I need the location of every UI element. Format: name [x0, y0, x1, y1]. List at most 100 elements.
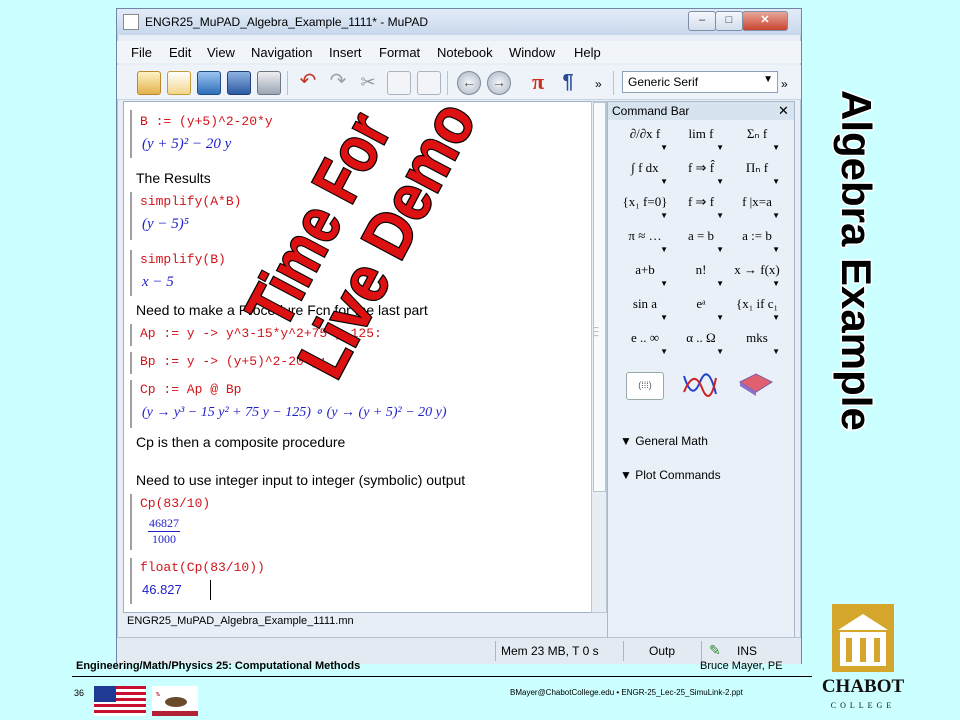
- command-bar-item-label: f ⇒ f̂: [687, 160, 715, 175]
- status-output[interactable]: Outp: [649, 644, 675, 658]
- font-select[interactable]: Generic Serif ▼: [622, 71, 778, 93]
- title-bar[interactable]: ENGR25_MuPAD_Algebra_Example_1111* - MuP…: [117, 9, 801, 35]
- command-bar-item-label: {x₁ if c₁: [735, 296, 778, 311]
- toolbar-separator: [613, 71, 614, 95]
- plot-3d-icon[interactable]: [738, 372, 774, 398]
- command-bar-item[interactable]: ∫ f dx ▼: [618, 160, 672, 190]
- footer-author: Bruce Mayer, PE: [700, 660, 783, 672]
- toolbar-overflow-left[interactable]: »: [595, 77, 602, 91]
- plot-2d-icon[interactable]: [682, 372, 718, 398]
- chevron-down-icon: ▼: [763, 74, 773, 85]
- menu-view[interactable]: View: [207, 45, 235, 60]
- command-bar-item[interactable]: a+b ▼: [618, 262, 672, 292]
- back-icon[interactable]: ←: [457, 71, 481, 95]
- slide-number: 36: [74, 688, 85, 698]
- command-bar-item-label: e .. ∞: [630, 330, 660, 345]
- command-bar-header: Command Bar ✕: [608, 102, 794, 120]
- cb-group-plot-commands[interactable]: ▼ Plot Commands: [620, 468, 721, 482]
- command-bar-close-button[interactable]: ✕: [778, 103, 789, 119]
- command-bar-item[interactable]: f ⇒ f̂ ▼: [674, 160, 728, 190]
- command-bar-item[interactable]: n! ▼: [674, 262, 728, 292]
- command-bar-item-label: ∫ f dx: [631, 160, 659, 175]
- menu-window[interactable]: Window: [509, 45, 555, 60]
- command-bar-item[interactable]: a := b ▼: [730, 228, 784, 258]
- footer-course: Engineering/Math/Physics 25: Computation…: [76, 660, 361, 672]
- footer-email: BMayer@ChabotCollege.edu • ENGR-25_Lec-2…: [510, 688, 743, 697]
- chevron-down-icon: ▼: [716, 211, 724, 220]
- command-bar-item[interactable]: Πₙ f ▼: [730, 160, 784, 190]
- chevron-down-icon: ▼: [660, 279, 668, 288]
- paragraph-icon[interactable]: ¶: [557, 71, 579, 93]
- toolbar-separator: [287, 71, 288, 95]
- footer-divider: [72, 676, 812, 677]
- command-bar-item[interactable]: eᵃ ▼: [674, 296, 728, 326]
- notebook-file-name: ENGR25_MuPAD_Algebra_Example_1111.mn: [127, 615, 354, 627]
- chevron-down-icon: ▼: [772, 279, 780, 288]
- command-bar-item[interactable]: {x₁ if c₁ ▼: [730, 296, 784, 326]
- status-insert-mode[interactable]: INS: [737, 644, 757, 658]
- new-text-icon[interactable]: [167, 71, 191, 95]
- chevron-down-icon: ▼: [772, 143, 780, 152]
- command-bar-title: Command Bar: [612, 104, 690, 118]
- chevron-down-icon: ▼: [716, 347, 724, 356]
- command-bar-item[interactable]: lim f ▼: [674, 126, 728, 156]
- maximize-button[interactable]: □: [715, 11, 743, 31]
- copy-icon[interactable]: [387, 71, 411, 95]
- us-flag-icon: [94, 686, 146, 716]
- cut-icon[interactable]: ✂: [357, 71, 379, 93]
- menu-help[interactable]: Help: [574, 45, 601, 60]
- menu-edit[interactable]: Edit: [169, 45, 191, 60]
- redo-icon[interactable]: ↷: [327, 71, 349, 93]
- mupad-app-icon: [123, 14, 139, 30]
- command-bar-item-label: α .. Ω: [686, 330, 716, 345]
- command-bar-item[interactable]: x → f(x) ▼: [730, 262, 784, 292]
- command-bar-item-label: n!: [695, 262, 707, 277]
- command-bar-item-label: Πₙ f: [745, 160, 769, 175]
- chabot-college-logo: CHABOT COLLEGE: [822, 604, 904, 710]
- notebook-scrollbar[interactable]: – – –: [591, 101, 607, 613]
- minimize-button[interactable]: –: [688, 11, 716, 31]
- cb-group-general-math-label: General Math: [635, 434, 708, 448]
- close-button[interactable]: ✕: [742, 11, 788, 31]
- cb-group-general-math[interactable]: ▼ General Math: [620, 434, 708, 448]
- command-bar-item[interactable]: f ⇒ f ▼: [674, 194, 728, 224]
- mupad-window: ENGR25_MuPAD_Algebra_Example_1111* - MuP…: [116, 8, 802, 664]
- menu-navigation[interactable]: Navigation: [251, 45, 312, 60]
- open-folder-icon[interactable]: [197, 71, 221, 95]
- menu-notebook[interactable]: Notebook: [437, 45, 493, 60]
- menu-format[interactable]: Format: [379, 45, 420, 60]
- print-icon[interactable]: [257, 71, 281, 95]
- chevron-down-icon: ▼: [660, 177, 668, 186]
- command-bar-item[interactable]: a = b ▼: [674, 228, 728, 258]
- command-bar-item[interactable]: sin a ▼: [618, 296, 672, 326]
- command-bar-item[interactable]: {x₁ f=0} ▼: [618, 194, 672, 224]
- menu-insert[interactable]: Insert: [329, 45, 362, 60]
- notebook-area[interactable]: B := (y+5)^2-20*y (y + 5)² − 20 y The Re…: [123, 101, 593, 613]
- command-bar-item-label: a := b: [742, 228, 772, 243]
- command-bar-item[interactable]: mks ▼: [730, 330, 784, 360]
- pi-evaluate-icon[interactable]: π: [527, 71, 549, 93]
- chevron-down-icon: ▼: [660, 347, 668, 356]
- forward-icon[interactable]: →: [487, 71, 511, 95]
- command-bar-item[interactable]: e .. ∞ ▼: [618, 330, 672, 360]
- command-bar-item[interactable]: π ≈ … ▼: [618, 228, 672, 258]
- save-icon[interactable]: [227, 71, 251, 95]
- pencil-icon: ✎: [709, 642, 721, 658]
- command-bar-panel: Command Bar ✕ ∂/∂x f ▼ lim f ▼ Σₙ f ▼ ∫ f dx ▼ f…: [607, 101, 795, 639]
- toolbar-overflow-right[interactable]: »: [781, 77, 788, 91]
- logo-sub: COLLEGE: [831, 701, 895, 710]
- command-bar-item[interactable]: ∂/∂x f ▼: [618, 126, 672, 156]
- scrollbar-grip-icon: – – –: [594, 323, 599, 340]
- new-notebook-icon[interactable]: [137, 71, 161, 95]
- paste-icon[interactable]: [417, 71, 441, 95]
- scrollbar-thumb[interactable]: [593, 102, 606, 492]
- chevron-down-icon: ▼: [716, 177, 724, 186]
- command-bar-item-label: π ≈ …: [628, 228, 662, 243]
- undo-icon[interactable]: ↶: [297, 71, 319, 93]
- menu-file[interactable]: File: [131, 45, 152, 60]
- command-bar-item[interactable]: Σₙ f ▼: [730, 126, 784, 156]
- matrix-icon[interactable]: (⁞⁞⁞): [626, 372, 664, 400]
- command-bar-item[interactable]: f |x=a ▼: [730, 194, 784, 224]
- command-bar-item-label: a+b: [635, 262, 655, 277]
- command-bar-item[interactable]: α .. Ω ▼: [674, 330, 728, 360]
